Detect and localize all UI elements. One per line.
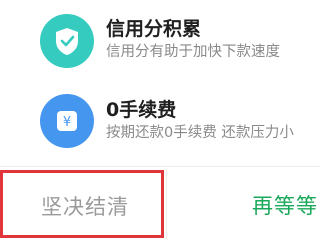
wait-label: 再等等	[252, 194, 318, 218]
divider	[0, 166, 320, 167]
shield-check-icon	[40, 14, 94, 68]
yen-coin-icon: ¥	[40, 94, 94, 148]
svg-text:¥: ¥	[63, 115, 71, 130]
wait-button[interactable]: 再等等	[168, 170, 320, 238]
benefit-zero-fee: ¥ 0手续费 按期还款0手续费 还款压力小	[0, 80, 320, 164]
decisive-settle-label: 坚决结清	[41, 195, 129, 219]
button-separator	[166, 170, 167, 240]
benefit-title: 信用分积累	[106, 18, 202, 40]
decisive-settle-button[interactable]: 坚决结清	[0, 170, 164, 238]
benefit-description: 按期还款0手续费 还款压力小	[106, 125, 294, 141]
benefit-credit-score: 信用分积累 信用分有助于加快下款速度	[0, 0, 320, 80]
benefit-title: 0手续费	[106, 99, 177, 121]
benefit-description: 信用分有助于加快下款速度	[106, 44, 280, 60]
